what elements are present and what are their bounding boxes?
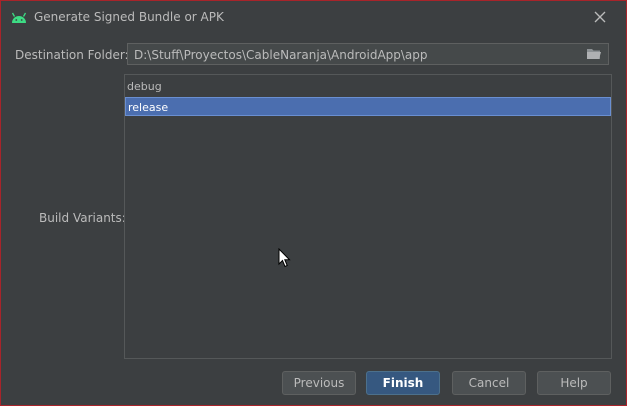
finish-button[interactable]: Finish (366, 371, 440, 395)
close-icon[interactable] (593, 10, 607, 24)
build-variant-release[interactable]: release (125, 97, 611, 116)
android-icon (11, 12, 27, 23)
title-bar[interactable]: Generate Signed Bundle or APK (1, 1, 626, 33)
previous-button[interactable]: Previous (282, 371, 356, 395)
destination-folder-label: Destination Folder: (15, 48, 129, 62)
build-variants-label: Build Variants: (39, 211, 126, 225)
build-variant-debug[interactable]: debug (125, 77, 611, 96)
help-button[interactable]: Help (537, 371, 611, 395)
generate-signed-bundle-dialog: Generate Signed Bundle or APK Destinatio… (0, 0, 627, 406)
cancel-button[interactable]: Cancel (452, 371, 526, 395)
folder-icon[interactable] (586, 47, 602, 61)
build-variants-list[interactable]: debug release (124, 74, 612, 359)
destination-folder-field[interactable]: D:\Stuff\Proyectos\CableNaranja\AndroidA… (127, 43, 609, 65)
dialog-title: Generate Signed Bundle or APK (34, 10, 224, 24)
destination-folder-value[interactable]: D:\Stuff\Proyectos\CableNaranja\AndroidA… (134, 48, 428, 62)
mouse-cursor-icon (278, 248, 291, 268)
